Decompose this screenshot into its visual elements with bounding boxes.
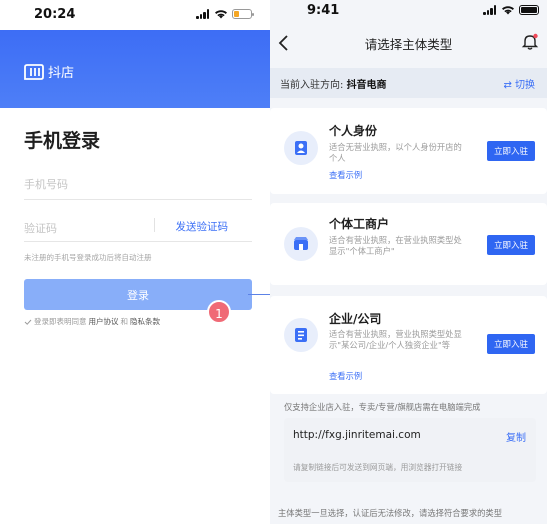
switch-direction-button[interactable]: ⇄ 切换 xyxy=(503,76,535,91)
card-title: 企业/公司 xyxy=(329,312,382,326)
bottom-note: 主体类型一旦选择，认证后无法修改，请选择符合要求的类型 xyxy=(278,508,503,518)
signal-icon xyxy=(196,9,210,19)
direction-bar: 当前入驻方向: 抖音电商 ⇄ 切换 xyxy=(270,68,547,98)
privacy-policy-link[interactable]: 隐私条款 xyxy=(130,316,160,327)
url-tip: 请复制链接后可发送到网页端，用浏览器打开链接 xyxy=(293,463,463,472)
status-icons xyxy=(483,5,539,15)
notification-bell-icon[interactable] xyxy=(521,33,539,51)
app-name: 抖店 xyxy=(48,66,75,81)
status-bar: 9:41 xyxy=(270,0,547,26)
and-text: 和 xyxy=(120,317,129,326)
status-bar: 20:24 xyxy=(0,0,270,30)
view-example-link[interactable]: 查看示例 xyxy=(329,370,362,382)
send-code-button[interactable]: 发送验证码 xyxy=(176,219,229,234)
auto-register-hint: 未注册的手机号登录成功后将自动注册 xyxy=(24,253,152,262)
battery-icon xyxy=(232,9,254,19)
enroll-enterprise-button[interactable]: 立即入驻 xyxy=(487,334,535,354)
entity-card-enterprise: 企业/公司 适合有营业执照，营业执照类型处显示"某公司/企业/个人独资企业"等 … xyxy=(270,296,547,394)
status-icons xyxy=(196,9,254,19)
battery-icon xyxy=(519,5,539,15)
nav-title: 请选择主体类型 xyxy=(364,37,453,52)
agree-prefix: 登录即表明同意 xyxy=(34,317,87,326)
signal-icon xyxy=(483,5,497,15)
direction-value: 抖音电商 xyxy=(346,80,387,91)
verification-code-row: 发送验证码 xyxy=(24,212,252,242)
view-example-link[interactable]: 查看示例 xyxy=(329,169,362,181)
shop-icon xyxy=(284,227,318,261)
status-time: 9:41 xyxy=(307,3,340,18)
divider xyxy=(154,218,155,232)
verification-code-input[interactable] xyxy=(24,216,144,240)
entity-card-individual-business: 个体工商户 适合有营业执照，在营业执照类型处显示"个体工商户" 立即入驻 xyxy=(270,203,547,285)
pc-url: http://fxg.jinritemai.com xyxy=(293,429,421,441)
annotation-connector-line xyxy=(248,294,270,295)
check-icon[interactable] xyxy=(24,318,32,326)
copy-url-button[interactable]: 复制 xyxy=(506,429,526,444)
card-description: 适合有营业执照，在营业执照类型处显示"个体工商户" xyxy=(329,235,462,256)
direction-label: 当前入驻方向: 抖音电商 xyxy=(280,80,387,91)
person-icon xyxy=(284,131,318,165)
enterprise-note: 仅支持企业店入驻，专卖/专营/旗舰店需在电脑端完成 xyxy=(284,402,481,412)
app-logo: 抖店 xyxy=(24,62,74,81)
nav-bar: 请选择主体类型 xyxy=(270,26,547,62)
status-time: 20:24 xyxy=(34,7,76,22)
card-description: 适合无营业执照，以个人身份开店的个人 xyxy=(329,142,462,163)
enroll-individual-button[interactable]: 立即入驻 xyxy=(487,141,535,161)
login-header: 抖店 xyxy=(0,30,270,108)
wifi-icon xyxy=(502,6,514,15)
user-agreement-link[interactable]: 用户协议 xyxy=(89,316,119,327)
card-title: 个人身份 xyxy=(329,124,378,138)
agreement-text: 登录即表明同意 用户协议 和 隐私条款 xyxy=(24,316,160,327)
page-title: 手机登录 xyxy=(24,130,101,152)
wifi-icon xyxy=(215,10,227,19)
enroll-individual-business-button[interactable]: 立即入驻 xyxy=(487,235,535,255)
card-description: 适合有营业执照，营业执照类型处显示"某公司/企业/个人独资企业"等 xyxy=(329,329,462,350)
login-screen: 20:24 抖店 手机登录 发送验证码 未注册的手机号登录成功后将自动注册 登录… xyxy=(0,0,270,524)
entity-card-individual: 个人身份 适合无营业执照，以个人身份开店的个人 查看示例 立即入驻 xyxy=(270,108,547,194)
douyin-shop-logo-icon xyxy=(24,63,44,80)
select-entity-screen: 9:41 请选择主体类型 当前入驻方向: 抖音电商 ⇄ 切换 个人身份 适合无营… xyxy=(270,0,547,524)
phone-number-input[interactable] xyxy=(24,170,252,200)
enterprise-icon xyxy=(284,318,318,352)
annotation-badge: 1 xyxy=(207,300,231,324)
card-title: 个体工商户 xyxy=(329,217,390,231)
url-box: http://fxg.jinritemai.com 复制 请复制链接后可发送到网… xyxy=(284,418,536,482)
